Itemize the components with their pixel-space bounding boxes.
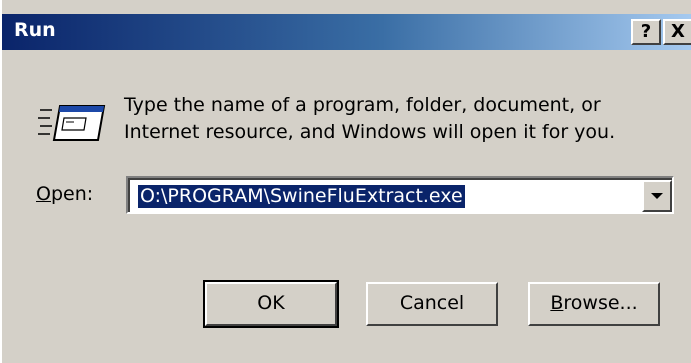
ok-button[interactable]: OK (203, 280, 339, 328)
open-combobox-inner: O:\PROGRAM\SwineFluExtract.exe (128, 178, 672, 212)
open-label-accel: O (36, 183, 51, 205)
browse-accel: B (550, 292, 564, 314)
browse-button[interactable]: Browse... (528, 282, 660, 326)
run-dialog: Run ? X Type the name of a program, fold… (0, 0, 691, 363)
help-button[interactable]: ? (631, 19, 661, 45)
browse-rest: rowse... (563, 292, 638, 314)
instruction-line-1: Type the name of a program, folder, docu… (124, 94, 601, 116)
cancel-button[interactable]: Cancel (366, 282, 498, 326)
dropdown-button[interactable] (642, 180, 672, 212)
window-title: Run (14, 19, 56, 41)
close-button[interactable]: X (663, 19, 691, 45)
title-bar[interactable]: Run ? X (2, 14, 691, 50)
open-input[interactable]: O:\PROGRAM\SwineFluExtract.exe (138, 185, 465, 208)
open-combobox[interactable]: O:\PROGRAM\SwineFluExtract.exe (126, 176, 674, 214)
open-label-rest: pen: (50, 183, 94, 205)
instruction-text: Type the name of a program, folder, docu… (124, 92, 684, 146)
chevron-down-icon (651, 193, 663, 199)
open-label: Open: (36, 183, 93, 205)
run-icon (38, 105, 106, 141)
instruction-line-2: Internet resource, and Windows will open… (124, 121, 616, 143)
